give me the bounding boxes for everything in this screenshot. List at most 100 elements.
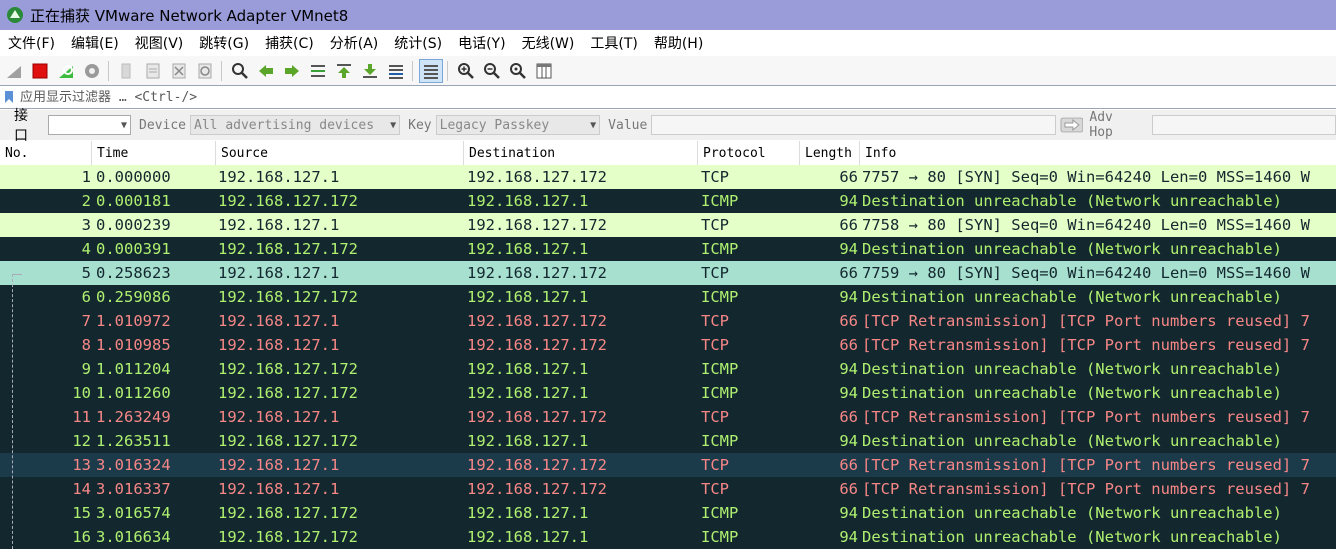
packet-destination: 192.168.127.1 xyxy=(467,192,589,210)
capture-options-icon[interactable] xyxy=(80,59,104,83)
toolbar-separator xyxy=(447,60,448,81)
menu-item[interactable]: 帮助(H) xyxy=(646,33,711,53)
packet-row[interactable]: 15 3.016574 192.168.127.172 192.168.127.1 IC… xyxy=(0,501,1336,525)
column-header-time[interactable]: Time xyxy=(92,141,216,165)
toolbar-separator xyxy=(108,60,109,81)
menu-item[interactable]: 分析(A) xyxy=(322,33,387,53)
bluetooth-toolbar: 接口 ▼ Device All advertising devices ▼ Ke… xyxy=(0,108,1336,144)
go-forward-icon[interactable] xyxy=(280,59,304,83)
packet-length: 94 xyxy=(839,528,858,546)
open-file-icon[interactable] xyxy=(115,59,139,83)
column-header-protocol[interactable]: Protocol xyxy=(698,141,800,165)
display-filter-bar xyxy=(0,85,1336,109)
packet-length: 94 xyxy=(839,192,858,210)
packet-time: 1.010972 xyxy=(96,312,171,330)
packet-row[interactable]: 8 1.010985 192.168.127.1 192.168.127.172 TCP… xyxy=(0,333,1336,357)
packet-info: [TCP Retransmission] [TCP Port numbers r… xyxy=(862,480,1310,498)
packet-row[interactable]: 3 0.000239 192.168.127.1 192.168.127.172 TCP… xyxy=(0,213,1336,237)
menu-item[interactable]: 文件(F) xyxy=(0,33,63,53)
packet-row[interactable]: 1 0.000000 192.168.127.1 192.168.127.172 TCP… xyxy=(0,165,1336,189)
packet-destination: 192.168.127.1 xyxy=(467,384,589,402)
packet-destination: 192.168.127.1 xyxy=(467,288,589,306)
restart-capture-icon[interactable] xyxy=(54,59,78,83)
menu-item[interactable]: 编辑(E) xyxy=(63,33,127,53)
packet-destination: 192.168.127.1 xyxy=(467,504,589,522)
packet-length: 66 xyxy=(839,408,858,426)
toolbar-separator xyxy=(412,60,413,81)
interface-select[interactable]: ▼ xyxy=(47,115,132,135)
packet-row[interactable]: 10 1.011260 192.168.127.172 192.168.127.1 IC… xyxy=(0,381,1336,405)
packet-destination: 192.168.127.1 xyxy=(467,240,589,258)
packet-length: 94 xyxy=(839,384,858,402)
menu-item[interactable]: 跳转(G) xyxy=(191,33,257,53)
packet-list[interactable]: 1 0.000000 192.168.127.1 192.168.127.172 TCP… xyxy=(0,165,1336,549)
column-header-no[interactable]: No. xyxy=(0,141,92,165)
packet-protocol: TCP xyxy=(701,336,729,354)
column-header-info[interactable]: Info xyxy=(860,141,1336,165)
menu-item[interactable]: 无线(W) xyxy=(514,33,583,53)
packet-row[interactable]: 7 1.010972 192.168.127.1 192.168.127.172 TCP… xyxy=(0,309,1336,333)
menu-item[interactable]: 电话(Y) xyxy=(450,33,513,53)
packet-info: Destination unreachable (Network unreach… xyxy=(862,192,1282,210)
packet-time: 0.000181 xyxy=(96,192,171,210)
packet-destination: 192.168.127.172 xyxy=(467,456,607,474)
packet-no: 4 xyxy=(81,240,91,258)
packet-row[interactable]: 14 3.016337 192.168.127.1 192.168.127.172 TC… xyxy=(0,477,1336,501)
packet-row[interactable]: 6 0.259086 192.168.127.172 192.168.127.1 ICM… xyxy=(0,285,1336,309)
go-back-icon[interactable] xyxy=(254,59,278,83)
packet-time: 0.000391 xyxy=(96,240,171,258)
packet-row[interactable]: 9 1.011204 192.168.127.172 192.168.127.1 ICM… xyxy=(0,357,1336,381)
zoom-in-icon[interactable] xyxy=(454,59,478,83)
packet-info: Destination unreachable (Network unreach… xyxy=(862,240,1282,258)
go-first-icon[interactable] xyxy=(332,59,356,83)
shark-fin-icon[interactable] xyxy=(2,59,26,83)
packet-time: 3.016574 xyxy=(96,504,171,522)
find-packet-icon[interactable] xyxy=(228,59,252,83)
column-header-length[interactable]: Length xyxy=(800,141,860,165)
packet-destination: 192.168.127.172 xyxy=(467,336,607,354)
packet-row[interactable]: 5 0.258623 192.168.127.1 192.168.127.172 TCP… xyxy=(0,261,1336,285)
zoom-normal-icon[interactable] xyxy=(506,59,530,83)
stop-capture-icon[interactable] xyxy=(28,59,52,83)
packet-row[interactable]: 4 0.000391 192.168.127.172 192.168.127.1 ICM… xyxy=(0,237,1336,261)
close-file-icon[interactable] xyxy=(167,59,191,83)
chevron-down-icon: ▼ xyxy=(390,119,397,131)
packet-row[interactable]: 16 3.016634 192.168.127.172 192.168.127.1 IC… xyxy=(0,525,1336,549)
menu-item[interactable]: 捕获(C) xyxy=(257,33,322,53)
auto-scroll-icon[interactable] xyxy=(384,59,408,83)
menu-item[interactable]: 工具(T) xyxy=(582,33,645,53)
column-header-source[interactable]: Source xyxy=(216,141,464,165)
packet-row[interactable]: 12 1.263511 192.168.127.172 192.168.127.1 IC… xyxy=(0,429,1336,453)
packet-length: 94 xyxy=(839,240,858,258)
go-last-icon[interactable] xyxy=(358,59,382,83)
apply-arrow-icon[interactable] xyxy=(1060,117,1084,133)
packet-source: 192.168.127.172 xyxy=(218,360,358,378)
packet-row[interactable]: 2 0.000181 192.168.127.172 192.168.127.1 ICM… xyxy=(0,189,1336,213)
reload-file-icon[interactable] xyxy=(193,59,217,83)
column-header-destination[interactable]: Destination xyxy=(464,141,698,165)
packet-length: 66 xyxy=(839,312,858,330)
packet-row[interactable]: 11 1.263249 192.168.127.1 192.168.127.172 TC… xyxy=(0,405,1336,429)
bookmark-icon[interactable] xyxy=(4,90,14,104)
packet-row[interactable]: 13 3.016324 192.168.127.1 192.168.127.172 TC… xyxy=(0,453,1336,477)
menu-item[interactable]: 视图(V) xyxy=(127,33,192,53)
wireshark-logo-icon xyxy=(7,7,23,23)
value-field[interactable] xyxy=(651,115,1056,135)
menu-bar: 文件(F) 编辑(E) 视图(V) 跳转(G) 捕获(C) 分析(A) 统计(S) 电话(Y)… xyxy=(0,30,1336,56)
packet-destination: 192.168.127.172 xyxy=(467,168,607,186)
save-file-icon[interactable] xyxy=(141,59,165,83)
packet-time: 1.011260 xyxy=(96,384,171,402)
packet-length: 94 xyxy=(839,288,858,306)
display-filter-input[interactable] xyxy=(20,89,1320,105)
key-select[interactable]: Legacy Passkey ▼ xyxy=(435,115,601,135)
packet-no: 3 xyxy=(81,216,91,234)
zoom-out-icon[interactable] xyxy=(480,59,504,83)
packet-time: 1.011204 xyxy=(96,360,171,378)
adv-hop-field[interactable] xyxy=(1151,115,1336,135)
device-select[interactable]: All advertising devices ▼ xyxy=(190,115,401,135)
resize-columns-icon[interactable] xyxy=(532,59,556,83)
packet-length: 66 xyxy=(839,168,858,186)
menu-item[interactable]: 统计(S) xyxy=(386,33,450,53)
go-to-packet-icon[interactable] xyxy=(306,59,330,83)
colorize-icon[interactable] xyxy=(419,58,443,83)
